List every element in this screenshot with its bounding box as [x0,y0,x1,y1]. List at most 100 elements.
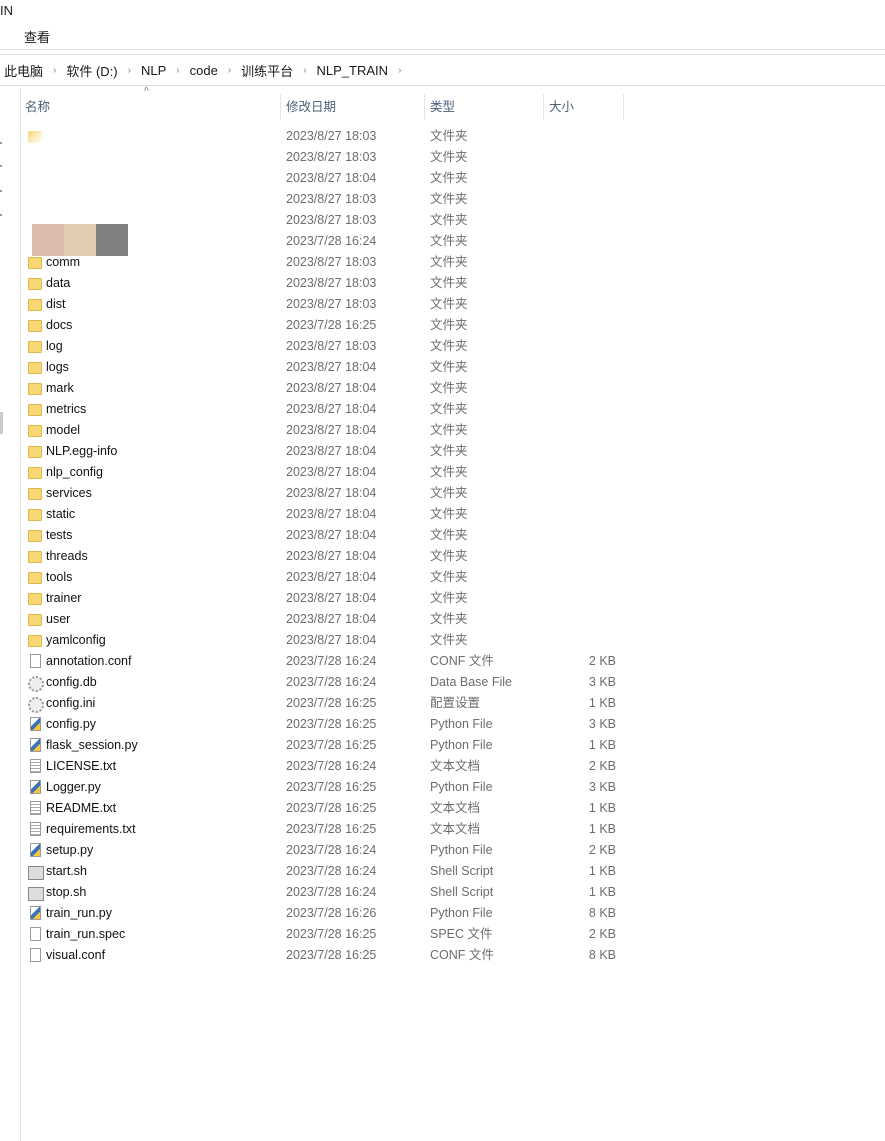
file-row[interactable]: yamlconfig 2023/8/27 18:04 文件夹 [22,630,622,651]
file-row[interactable]: tools 2023/8/27 18:04 文件夹 [22,567,622,588]
file-type: 文件夹 [430,360,468,374]
file-size: 1 KB [588,696,616,710]
file-row[interactable]: annotation.conf 2023/7/28 16:24 CONF 文件 2 K… [22,651,622,672]
file-row[interactable]: metrics 2023/8/27 18:04 文件夹 [22,399,622,420]
folder-icon [28,509,42,521]
file-row[interactable]: threads 2023/8/27 18:04 文件夹 [22,546,622,567]
file-date: 2023/8/27 18:04 [286,444,377,458]
breadcrumb-item[interactable]: 训练平台 [237,61,297,80]
file-row[interactable]: static 2023/8/27 18:04 文件夹 [22,504,622,525]
file-type: CONF 文件 [430,654,494,668]
menu-view[interactable]: 查看 [24,27,50,46]
python-file-icon [30,738,41,752]
file-row[interactable]: flask_session.py 2023/7/28 16:25 Python Fi… [22,735,622,756]
file-row[interactable]: requirements.txt 2023/7/28 16:25 文本文档 1 KB [22,819,622,840]
folder-icon [28,404,42,416]
column-divider[interactable] [280,94,281,120]
file-row[interactable]: config.db 2023/7/28 16:24 Data Base File 3 … [22,672,622,693]
file-row[interactable]: LICENSE.txt 2023/7/28 16:24 文本文档 2 KB [22,756,622,777]
file-type: Python File [430,843,493,857]
column-divider[interactable] [424,94,425,120]
file-type: 文件夹 [430,129,468,143]
file-icon [30,927,41,941]
file-type: 文本文档 [430,822,481,836]
file-row[interactable]: NLP.egg-info 2023/8/27 18:04 文件夹 [22,441,622,462]
file-name: start.sh [46,864,87,878]
file-name: model [46,423,81,437]
file-row[interactable]: setup.py 2023/7/28 16:24 Python File 2 KB [22,840,622,861]
window-title: IN [0,3,13,18]
file-row[interactable]: user 2023/8/27 18:04 文件夹 [22,609,622,630]
file-row[interactable]: config.py 2023/7/28 16:25 Python File 3 KB [22,714,622,735]
file-row[interactable]: nlp_config 2023/8/27 18:04 文件夹 [22,462,622,483]
file-row[interactable]: services 2023/8/27 18:04 文件夹 [22,483,622,504]
file-row[interactable]: README.txt 2023/7/28 16:25 文本文档 1 KB [22,798,622,819]
breadcrumb-item[interactable]: NLP_TRAIN [313,63,393,78]
file-row[interactable]: stop.sh 2023/7/28 16:24 Shell Script 1 KB [22,882,622,903]
breadcrumb[interactable]: 此电脑 › 软件 (D:) › NLP › code › 训练平台 › NLP_TRAIN › [0,61,407,80]
python-file-icon [30,717,41,731]
file-type: 文件夹 [430,276,468,290]
file-row[interactable]: mark 2023/8/27 18:04 文件夹 [22,378,622,399]
chevron-right-icon[interactable]: › [297,65,312,76]
settings-file-icon [28,697,44,713]
file-date: 2023/7/28 16:25 [286,801,377,815]
column-date[interactable]: 修改日期 [286,94,336,120]
file-row[interactable]: 2023/8/27 18:03 文件夹 [22,126,622,147]
file-row[interactable]: start.sh 2023/7/28 16:24 Shell Script 1 KB [22,861,622,882]
file-date: 2023/8/27 18:04 [286,423,377,437]
file-row[interactable]: 2023/8/27 18:04 文件夹 [22,168,622,189]
file-row[interactable]: tests 2023/8/27 18:04 文件夹 [22,525,622,546]
file-row[interactable]: 2023/8/27 18:03 文件夹 [22,189,622,210]
python-file-icon [30,780,41,794]
file-row[interactable]: docs 2023/7/28 16:25 文件夹 [22,315,622,336]
column-name[interactable]: 名称 [25,94,50,120]
file-type: 文件夹 [430,171,468,185]
file-row[interactable]: trainer 2023/8/27 18:04 文件夹 [22,588,622,609]
chevron-right-icon[interactable]: › [392,65,407,76]
file-date: 2023/7/28 16:25 [286,318,377,332]
text-file-icon [30,801,41,815]
file-row[interactable]: log 2023/8/27 18:03 文件夹 [22,336,622,357]
chevron-right-icon[interactable]: › [47,65,62,76]
file-row[interactable]: Logger.py 2023/7/28 16:25 Python File 3 KB [22,777,622,798]
file-date: 2023/8/27 18:04 [286,612,377,626]
chevron-right-icon[interactable]: › [170,65,185,76]
file-name: README.txt [46,801,117,815]
folder-icon [28,635,42,647]
file-row[interactable]: train_run.spec 2023/7/28 16:25 SPEC 文件 2 KB [22,924,622,945]
file-date: 2023/7/28 16:24 [286,864,377,878]
file-date: 2023/7/28 16:25 [286,780,377,794]
breadcrumb-item[interactable]: 此电脑 [0,61,47,80]
file-date: 2023/8/27 18:04 [286,465,377,479]
folder-icon [28,341,42,353]
file-row[interactable]: visual.conf 2023/7/28 16:25 CONF 文件 8 KB [22,945,622,966]
column-divider[interactable] [543,94,544,120]
folder-icon [28,530,42,542]
nav-scrollbar[interactable] [0,412,3,434]
shell-script-icon [28,866,44,880]
file-date: 2023/8/27 18:04 [286,549,377,563]
folder-icon [28,362,42,374]
file-date: 2023/8/27 18:04 [286,591,377,605]
file-row[interactable]: model 2023/8/27 18:04 文件夹 [22,420,622,441]
column-size[interactable]: 大小 [549,94,574,120]
file-row[interactable]: data 2023/8/27 18:03 文件夹 [22,273,622,294]
file-row[interactable]: train_run.py 2023/7/28 16:26 Python File 8 … [22,903,622,924]
breadcrumb-item[interactable]: NLP [137,63,170,78]
column-type[interactable]: 类型 [430,94,455,120]
file-size: 2 KB [588,759,616,773]
file-date: 2023/7/28 16:24 [286,654,377,668]
chevron-right-icon[interactable]: › [122,65,137,76]
file-name: visual.conf [46,948,106,962]
file-row[interactable]: dist 2023/8/27 18:03 文件夹 [22,294,622,315]
file-row[interactable]: logs 2023/8/27 18:04 文件夹 [22,357,622,378]
breadcrumb-item[interactable]: 软件 (D:) [62,61,121,80]
column-divider[interactable] [623,94,624,120]
file-name: yamlconfig [46,633,106,647]
file-row[interactable]: 2023/8/27 18:03 文件夹 [22,147,622,168]
file-row[interactable]: config.ini 2023/7/28 16:25 配置设置 1 KB [22,693,622,714]
breadcrumb-item[interactable]: code [186,63,222,78]
file-name: LICENSE.txt [46,759,117,773]
chevron-right-icon[interactable]: › [222,65,237,76]
